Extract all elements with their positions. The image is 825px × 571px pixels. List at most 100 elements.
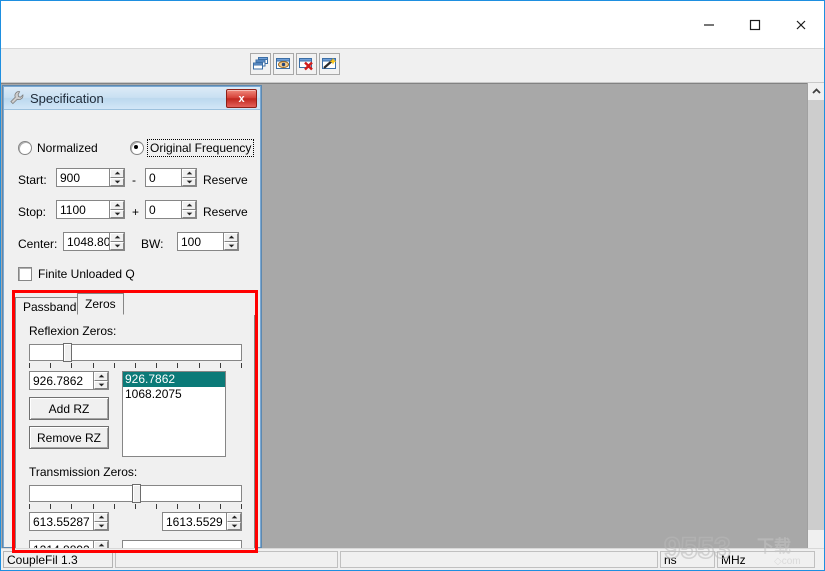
stop-spinner-up[interactable] [110, 201, 124, 210]
spinner-up-icon [98, 515, 104, 519]
cascade-windows-button[interactable] [250, 53, 271, 75]
scrollbar-thumb[interactable] [808, 100, 824, 530]
stop-spinner[interactable] [109, 201, 124, 218]
start-reserve-label: Reserve [203, 173, 248, 187]
transmission-left-spinner[interactable] [93, 513, 108, 530]
spinner-down-icon [114, 180, 120, 184]
start-reserve-spinner-up[interactable] [182, 169, 196, 178]
bw-spinner-down[interactable] [224, 241, 238, 250]
spinner-up-icon [231, 515, 237, 519]
stop-operator: + [132, 205, 140, 219]
bw-input-value: 100 [181, 234, 202, 249]
remove-rz-button[interactable]: Remove RZ [29, 426, 109, 449]
start-reserve-value: 0 [149, 170, 156, 185]
mdi-vertical-scrollbar[interactable] [807, 83, 824, 548]
status-unit-frequency: MHz [717, 551, 815, 568]
stop-reserve-input[interactable]: 0 [145, 200, 197, 219]
transmission-right-spinner[interactable] [226, 513, 241, 530]
stop-spinner-down[interactable] [110, 209, 124, 218]
radio-normalized[interactable]: Normalized [18, 141, 98, 155]
center-spinner-up[interactable] [110, 233, 124, 242]
start-reserve-spinner-down[interactable] [182, 177, 196, 186]
tab-zeros[interactable]: Zeros [77, 293, 124, 315]
start-reserve-input[interactable]: 0 [145, 168, 197, 187]
transmission-left-spinner-down[interactable] [94, 521, 108, 530]
magic-wand-button[interactable] [319, 53, 340, 75]
reflexion-slider-ticks [29, 363, 242, 369]
tick [29, 504, 30, 509]
transmission-zero-right-input[interactable]: 1613.5529 [162, 512, 242, 531]
reflexion-zero-spinner[interactable] [93, 372, 108, 389]
spinner-up-icon [114, 203, 120, 207]
transmission-left-spinner-up[interactable] [94, 513, 108, 522]
specification-window: Specification x Normalized Original Freq… [3, 86, 261, 559]
stop-reserve-spinner-down[interactable] [182, 209, 196, 218]
scroll-up-button[interactable] [808, 83, 824, 100]
transmission-zeros-slider[interactable] [29, 484, 242, 503]
toolbar-button-group [250, 53, 340, 75]
list-item[interactable]: 1068.2075 [123, 387, 225, 402]
tick [113, 504, 115, 509]
close-button[interactable] [778, 1, 824, 48]
start-spinner-up[interactable] [110, 169, 124, 178]
tick [71, 363, 73, 368]
transmission-right-spinner-up[interactable] [227, 513, 241, 522]
tick [219, 504, 221, 509]
spinner-down-icon [186, 212, 192, 216]
stop-reserve-spinner[interactable] [181, 201, 196, 218]
magic-wand-icon [322, 58, 337, 69]
reflexion-zeros-list[interactable]: 926.7862 1068.2075 [122, 371, 226, 457]
bw-spinner-up[interactable] [224, 233, 238, 242]
maximize-button[interactable] [732, 1, 778, 48]
tick [177, 504, 179, 509]
stop-input[interactable]: 1100 [56, 200, 125, 219]
transmission-zero-left-input[interactable]: 613.55287 [29, 512, 109, 531]
center-input[interactable]: 1048.8088 [63, 232, 125, 251]
spinner-up-icon [98, 543, 104, 547]
finite-unloaded-q-label: Finite Unloaded Q [38, 267, 135, 281]
reflexion-zeros-slider[interactable] [29, 343, 242, 362]
radio-original-frequency[interactable]: Original Frequency [130, 139, 255, 157]
view-window-button[interactable] [273, 53, 294, 75]
start-input[interactable]: 900 [56, 168, 125, 187]
center-label: Center: [18, 237, 58, 251]
stop-reserve-spinner-up[interactable] [182, 201, 196, 210]
start-spinner[interactable] [109, 169, 124, 186]
spinner-down-icon [228, 244, 234, 248]
center-input-value: 1048.8088 [67, 234, 109, 249]
spinner-down-icon [231, 524, 237, 528]
specification-close-button[interactable]: x [226, 89, 257, 108]
add-rz-button[interactable]: Add RZ [29, 397, 109, 420]
stop-input-value: 1100 [60, 202, 86, 217]
spinner-up-icon [186, 203, 192, 207]
transmission-right-spinner-down[interactable] [227, 521, 241, 530]
close-window-button[interactable] [296, 53, 317, 75]
tick [71, 504, 73, 509]
tick [29, 363, 30, 368]
reflexion-zero-input[interactable]: 926.7862 [29, 371, 109, 390]
center-spinner[interactable] [109, 233, 124, 250]
bw-input[interactable]: 100 [177, 232, 239, 251]
bw-spinner[interactable] [223, 233, 238, 250]
spinner-down-icon [186, 180, 192, 184]
minimize-button[interactable] [686, 1, 732, 48]
reflexion-slider-thumb[interactable] [63, 343, 72, 362]
radio-normalized-label: Normalized [37, 141, 98, 155]
reflexion-zero-spinner-up[interactable] [94, 372, 108, 381]
center-spinner-down[interactable] [110, 241, 124, 250]
radio-original-frequency-dot [130, 141, 144, 155]
stop-reserve-value: 0 [149, 202, 156, 217]
finite-unloaded-q-checkbox[interactable]: Finite Unloaded Q [18, 267, 135, 281]
start-reserve-spinner[interactable] [181, 169, 196, 186]
list-item[interactable]: 926.7862 [123, 372, 225, 387]
start-spinner-down[interactable] [110, 177, 124, 186]
tick [198, 504, 200, 509]
transmission-slider-thumb[interactable] [132, 484, 141, 503]
tick [177, 363, 179, 368]
status-bar: CoupleFil 1.3 ns MHz [1, 548, 824, 570]
specification-title-bar[interactable]: Specification x [4, 87, 260, 110]
tab-passband[interactable]: Passband [15, 297, 85, 315]
mdi-client-area: Specification x Normalized Original Freq… [1, 83, 824, 559]
minimize-icon [704, 23, 714, 26]
reflexion-zero-spinner-down[interactable] [94, 380, 108, 389]
